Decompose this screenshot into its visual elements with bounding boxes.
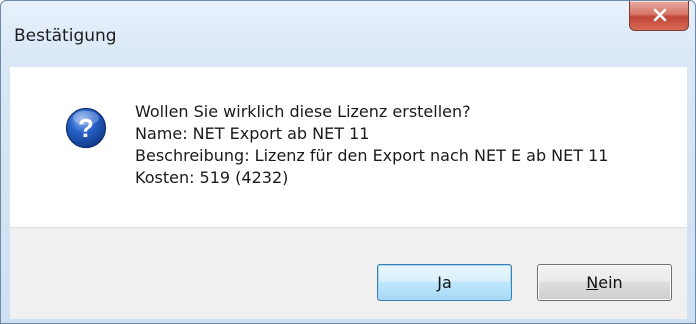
yes-button[interactable]: Ja (377, 264, 512, 301)
message-text: Wollen Sie wirklich diese Lizenz erstell… (135, 101, 608, 189)
no-button-label: Nein (586, 273, 622, 292)
window-title: Bestätigung (14, 26, 117, 46)
no-button-label-rest: ein (598, 273, 623, 292)
no-button[interactable]: Nein (537, 264, 672, 301)
message-cost: Kosten: 519 (4232) (135, 168, 289, 187)
close-button[interactable] (629, 1, 689, 31)
yes-button-label: Ja (437, 273, 452, 292)
confirmation-dialog: Bestätigung ? Wollen Sie wirklich diese … (0, 0, 696, 324)
close-icon (653, 8, 667, 22)
question-icon: ? (65, 107, 107, 149)
message-description: Beschreibung: Lizenz für den Export nach… (135, 146, 609, 165)
svg-text:?: ? (78, 113, 94, 143)
title-bar[interactable]: Bestätigung (1, 1, 695, 67)
message-name: Name: NET Export ab NET 11 (135, 124, 370, 143)
message-area: ? Wollen Sie wirklich diese Lizenz erste… (10, 67, 687, 227)
button-bar: Ja Nein (10, 227, 687, 319)
message-question: Wollen Sie wirklich diese Lizenz erstell… (135, 102, 471, 121)
no-button-mnemonic: N (586, 273, 599, 292)
